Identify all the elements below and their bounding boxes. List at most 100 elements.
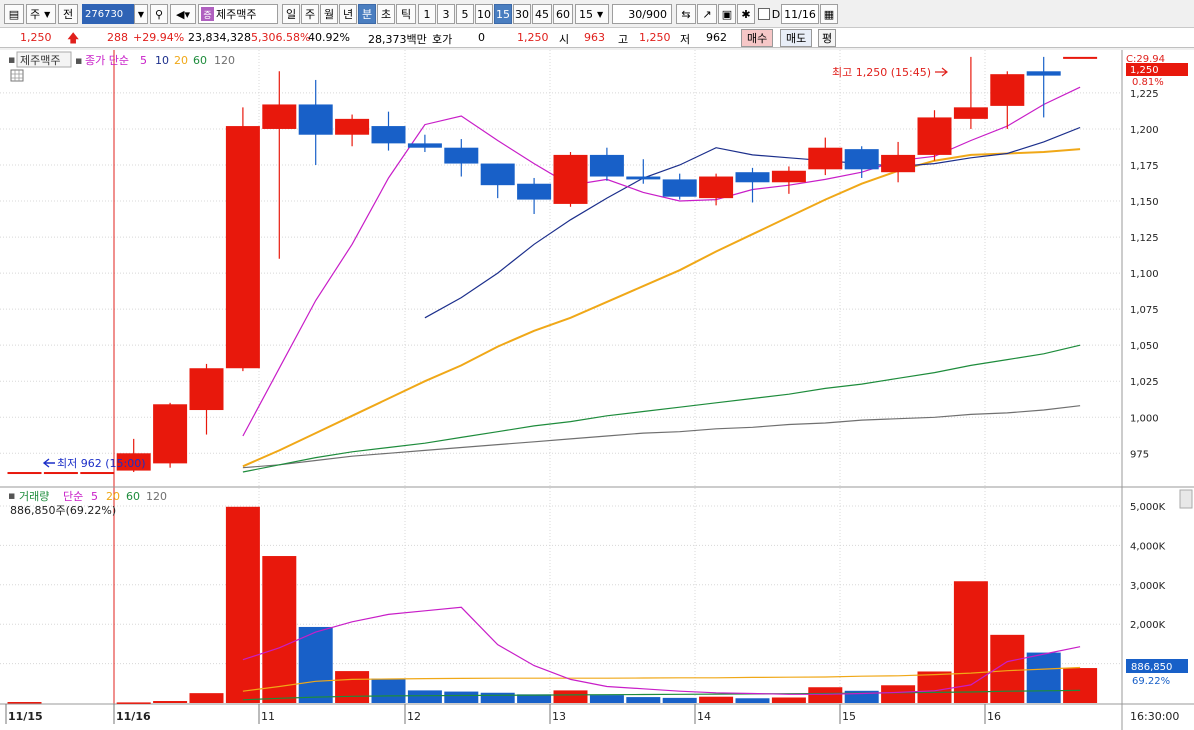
speaker-icon[interactable]: ◀︎▾ (170, 4, 196, 24)
candle-body (262, 104, 297, 129)
volume-bar (589, 695, 624, 703)
candle-body (808, 147, 843, 170)
price-tick-label: 1,225 (1130, 89, 1159, 100)
volume-bar (225, 506, 260, 703)
time-readout: 16:30:00 (1130, 710, 1179, 723)
calendar-icon[interactable]: ▦ (820, 4, 838, 24)
time-tick-label: 16 (987, 710, 1001, 723)
page-count-field[interactable]: 30/900 (612, 4, 672, 24)
interval-10-button[interactable]: 10 (475, 4, 493, 24)
buy-button[interactable]: 매수 (741, 29, 774, 47)
zoom-icon[interactable]: ⇆ (676, 4, 696, 24)
volume-bar (444, 691, 479, 703)
candle-body (1063, 56, 1098, 59)
interval-select[interactable]: 15 ▼ (575, 4, 609, 24)
interval-60-button[interactable]: 60 (553, 4, 573, 24)
price-legend-ma5: 5 (140, 54, 147, 67)
chart-toolbar: ▤ 주 ▼ 전 276730 ▼ ⚲ ◀︎▾ 증 제주맥주 일 주 월 년 분 … (0, 0, 1194, 28)
current-price: 1,250 (20, 31, 52, 44)
candle-body (153, 404, 188, 464)
candle-body (844, 149, 879, 170)
time-tick-label: 12 (407, 710, 421, 723)
interval-1-button[interactable]: 1 (418, 4, 436, 24)
volume-tick-label: 4,000K (1130, 541, 1166, 552)
price-volume-chart[interactable]: 975 1,000 1,025 1,050 1,075 1,100 1,125 1,150 1,… (0, 50, 1194, 730)
stock-label: 제주맥주 (20, 54, 60, 67)
volume-legend-prefix: 단순 (63, 490, 83, 503)
market-select[interactable]: 주 ▼ (26, 4, 56, 24)
volume-bar (335, 671, 370, 703)
high-annotation: 최고 1,250 (15:45) (832, 66, 931, 79)
search-icon[interactable]: ⚲ (150, 4, 168, 24)
volume-bar (662, 697, 697, 703)
sell-button[interactable]: 매도 (780, 29, 813, 47)
volume-bar (298, 626, 333, 703)
stock-name-label: 제주맥주 (216, 8, 257, 21)
period-week-button[interactable]: 주 (301, 4, 319, 24)
candle-body (298, 104, 333, 135)
price-change-pct: +29.94% (133, 31, 185, 44)
volume-title: 거래량 (19, 490, 49, 503)
current-price-badge-text: 1,250 (1130, 65, 1159, 76)
volume-bar (553, 690, 588, 703)
period-day-button[interactable]: 일 (282, 4, 300, 24)
low-label: 저 (680, 33, 691, 46)
period-second-button[interactable]: 초 (377, 4, 395, 24)
candle-body (407, 143, 442, 148)
volume-legend-ma60: 60 (126, 490, 140, 503)
eval-button[interactable]: 평 (818, 29, 837, 47)
interval-5-button[interactable]: 5 (456, 4, 474, 24)
volume-current-badge-text: 886,850 (1131, 662, 1172, 673)
chevron-down-icon: ▼ (597, 9, 604, 19)
chart-menu-icon[interactable]: ▤ (4, 4, 24, 24)
volume-bar (153, 701, 188, 703)
interval-30-button[interactable]: 30 (513, 4, 531, 24)
quote-bar: 1,250 🡅 288 +29.94% 23,834,328 5,306.58%… (0, 28, 1194, 48)
time-tick-label: 15 (842, 710, 856, 723)
price-tick-label: 1,125 (1130, 233, 1159, 244)
volume-legend-ma20: 20 (106, 490, 120, 503)
open-price: 963 (584, 31, 605, 44)
candle-body (553, 154, 588, 204)
code-dropdown-icon[interactable]: ▼ (134, 4, 148, 24)
period-month-button[interactable]: 월 (320, 4, 338, 24)
date-field[interactable]: 11/16 (781, 4, 819, 24)
period-tick-button[interactable]: 틱 (396, 4, 416, 24)
price-tick-label: 1,150 (1130, 197, 1159, 208)
price-legend-ma120: 120 (214, 54, 235, 67)
interval-select-value: 15 (579, 7, 593, 21)
jeon-button[interactable]: 전 (58, 4, 78, 24)
interval-3-button[interactable]: 3 (437, 4, 455, 24)
time-tick-label: 13 (552, 710, 566, 723)
volume-bar (881, 685, 916, 703)
volume-last-value: 886,850주(69.22%) (10, 504, 116, 517)
volume-bar (1063, 668, 1098, 703)
interval-15-button[interactable]: 15 (494, 4, 512, 24)
stock-code-input[interactable]: 276730 (82, 4, 134, 24)
candle-body (189, 368, 224, 411)
price-tick-label: 1,175 (1130, 161, 1159, 172)
save-icon[interactable]: ▣ (718, 4, 736, 24)
price-tick-label: 975 (1130, 449, 1149, 460)
volume-bar (1026, 652, 1061, 703)
trend-icon[interactable]: ↗ (697, 4, 717, 24)
high-label: 고 (618, 33, 629, 46)
grid-toggle-icon[interactable] (10, 69, 24, 82)
gear-icon[interactable]: ✱ (737, 4, 755, 24)
candle-body (444, 147, 479, 164)
panel-scroll-handle[interactable] (1179, 489, 1193, 509)
low-price: 962 (706, 31, 727, 44)
legend-dot-icon: ▪ (8, 489, 15, 502)
candle-body (699, 176, 734, 199)
interval-45-button[interactable]: 45 (532, 4, 552, 24)
current-pct-text: 0.81% (1132, 77, 1164, 88)
price-tick-label: 1,100 (1130, 269, 1159, 280)
period-year-button[interactable]: 년 (339, 4, 357, 24)
date-checkbox[interactable] (758, 8, 770, 20)
stock-name-field[interactable]: 증 제주맥주 (198, 4, 278, 24)
stock-tag-badge: 증 (201, 7, 214, 21)
chart-background (0, 50, 1194, 730)
candle-body (735, 172, 770, 183)
price-tick-label: 1,000 (1130, 413, 1159, 424)
period-minute-button[interactable]: 분 (358, 4, 376, 24)
